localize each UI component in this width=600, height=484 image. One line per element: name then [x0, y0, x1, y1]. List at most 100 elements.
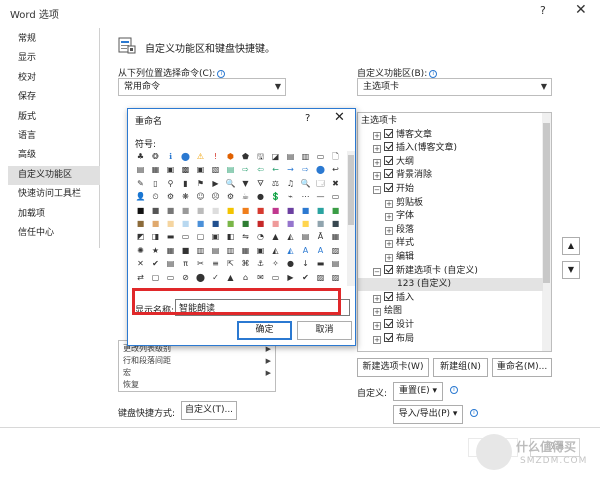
expand-icon[interactable]: + — [373, 131, 381, 140]
checkbox[interactable] — [384, 169, 393, 179]
expand-icon[interactable]: + — [373, 308, 381, 317]
symbol-cell[interactable]: ▥ — [300, 151, 311, 162]
symbol-cell[interactable]: ⬢ — [225, 151, 236, 162]
symbol-cell[interactable]: ⚙ — [225, 191, 236, 202]
symbol-cell[interactable]: ⚖ — [270, 178, 281, 189]
symbol-grid[interactable]: ♣ ❂ ℹ ⬤ ⚠! ⬢ ⬟ 🖫 ◪ ▤ ▥ ▭ 🗋 ▤ ▦ ▣ ▩ ▣ ▧ ▤ ⇨ ⇦ ← → ⇨ ⬤ ↩ ✎ ▯ ⚲ ▮ ⚑ ▶ 🔍 ▼ 🜃 ⚖ ♫ 🔍… — [135, 151, 345, 286]
checkbox[interactable] — [384, 183, 393, 192]
symbol-cell[interactable]: ■ — [150, 218, 161, 229]
symbol-cell[interactable]: ▦ — [165, 245, 176, 256]
symbol-cell[interactable]: ▥ — [195, 245, 206, 256]
symbol-cell[interactable]: ✕ — [135, 258, 146, 269]
symbol-cell[interactable]: ▲ — [270, 231, 281, 242]
symbol-cell[interactable]: ✎ — [135, 178, 146, 189]
symbol-cell[interactable]: A — [300, 245, 311, 256]
tree-item[interactable]: − 开始 — [358, 183, 543, 196]
symbol-cell[interactable]: 🜃 — [255, 178, 266, 189]
symbol-cell[interactable]: ▦ — [150, 164, 161, 175]
choose-commands-select[interactable]: 常用命令 ▼ — [118, 78, 286, 96]
symbol-cell[interactable]: ■ — [210, 205, 221, 216]
expand-icon[interactable]: + — [385, 240, 393, 249]
symbol-cell[interactable]: ☕ — [240, 191, 251, 202]
symbol-cell[interactable]: ⌂ — [240, 272, 251, 283]
collapse-icon[interactable]: − — [373, 267, 381, 276]
symbol-cell[interactable]: ▣ — [255, 245, 266, 256]
nav-item[interactable]: 信任中心 — [8, 224, 100, 243]
symbol-cell[interactable]: ⊘ — [180, 272, 191, 283]
symbol-cell[interactable]: ❋ — [180, 191, 191, 202]
symbol-cell[interactable]: ☹ — [210, 191, 221, 202]
symbol-cell[interactable]: ■ — [300, 218, 311, 229]
expand-icon[interactable]: + — [385, 213, 393, 222]
symbol-cell[interactable]: ■ — [135, 218, 146, 229]
symbol-cell[interactable]: 🗔 — [315, 178, 326, 189]
symbol-cell[interactable]: ◨ — [150, 231, 161, 242]
symbol-cell[interactable]: ✔ — [150, 258, 161, 269]
symbol-cell[interactable]: ▭ — [180, 231, 191, 242]
symbol-cell[interactable]: → — [285, 164, 296, 175]
symbol-cell[interactable]: ▤ — [285, 151, 296, 162]
rename-button[interactable]: 重命名(M)... — [492, 358, 552, 377]
symbol-cell[interactable]: ♣ — [135, 151, 146, 162]
customize-ribbon-select[interactable]: 主选项卡 ▼ — [357, 78, 552, 96]
symbol-cell[interactable]: ■ — [180, 218, 191, 229]
move-up-button[interactable]: ▲ — [562, 237, 580, 255]
expand-icon[interactable]: + — [373, 335, 381, 344]
symbol-cell[interactable]: ■ — [285, 218, 296, 229]
checkbox[interactable] — [384, 332, 393, 342]
symbol-cell[interactable]: ⬤ — [180, 151, 191, 162]
symbol-cell[interactable]: ◩ — [135, 231, 146, 242]
symbol-cell[interactable]: ⇨ — [300, 164, 311, 175]
symbol-cell[interactable]: ■ — [150, 205, 161, 216]
expand-icon[interactable]: + — [373, 322, 381, 330]
new-group-button[interactable]: 新建组(N) — [433, 358, 488, 377]
symbol-cell[interactable]: ✂ — [195, 258, 206, 269]
symbol-cell[interactable]: — — [315, 191, 326, 202]
symbol-cell[interactable]: ⬤ — [315, 164, 326, 175]
symbol-cell[interactable]: ▲ — [225, 272, 236, 283]
symbol-cell[interactable]: ■ — [330, 205, 341, 216]
symbol-cell[interactable]: ↩ — [330, 164, 341, 175]
symbol-cell[interactable]: ■ — [225, 205, 236, 216]
symbol-cell[interactable]: ■ — [315, 218, 326, 229]
symbol-cell[interactable]: ■ — [240, 205, 251, 216]
symbol-cell[interactable]: ■ — [270, 218, 281, 229]
symbol-cell[interactable]: ◭ — [270, 245, 281, 256]
symbol-cell[interactable]: 👤 — [135, 191, 146, 202]
symbol-cell[interactable]: ⚠ — [195, 151, 206, 162]
symbol-cell[interactable]: ⏲ — [150, 191, 161, 202]
symbol-cell[interactable]: ◧ — [225, 231, 236, 242]
symbol-cell[interactable]: ℹ — [165, 151, 176, 162]
symbol-cell[interactable]: ⌁ — [285, 191, 296, 202]
tree-item[interactable]: + 样式 — [358, 237, 543, 250]
checkbox[interactable] — [384, 128, 393, 138]
symbol-cell[interactable]: ▤ — [330, 258, 341, 269]
symbol-cell[interactable]: ↓ — [300, 258, 311, 269]
dialog-cancel-button[interactable]: 取消 — [297, 321, 352, 340]
tree-item[interactable]: + 插入(博客文章) — [358, 142, 543, 155]
tree-item[interactable]: 123 (自定义) — [358, 278, 543, 292]
tree-item[interactable]: + 背景消除 — [358, 169, 543, 182]
dialog-ok-button[interactable]: 确定 — [237, 321, 292, 340]
symbol-cell[interactable]: ⬟ — [240, 151, 251, 162]
checkbox[interactable] — [384, 291, 393, 301]
tree-item[interactable]: + 布局 — [358, 332, 543, 346]
tree-item[interactable]: 主选项卡 — [358, 115, 543, 128]
symbol-cell[interactable]: ■ — [165, 218, 176, 229]
expand-icon[interactable]: + — [385, 226, 393, 235]
nav-item[interactable]: 语言 — [8, 127, 100, 146]
tree-item[interactable]: + 剪贴板 — [358, 197, 543, 210]
symbol-cell[interactable]: π — [180, 258, 191, 269]
symbol-cell[interactable]: ▯ — [150, 178, 161, 189]
symbol-cell[interactable]: ▩ — [180, 164, 191, 175]
symbol-cell[interactable]: ▶ — [285, 272, 296, 283]
symbol-cell[interactable]: ⚓ — [255, 258, 266, 269]
symbol-cell[interactable]: ▤ — [135, 164, 146, 175]
symbol-cell[interactable]: ▮ — [180, 178, 191, 189]
customize-keyboard-button[interactable]: 自定义(T)... — [181, 401, 237, 420]
symbol-cell[interactable]: ■ — [225, 218, 236, 229]
symbol-cell[interactable]: ✉ — [255, 272, 266, 283]
symbol-cell[interactable]: ⚙ — [165, 191, 176, 202]
tree-item[interactable]: + 设计 — [358, 319, 543, 332]
checkbox[interactable] — [384, 319, 393, 328]
